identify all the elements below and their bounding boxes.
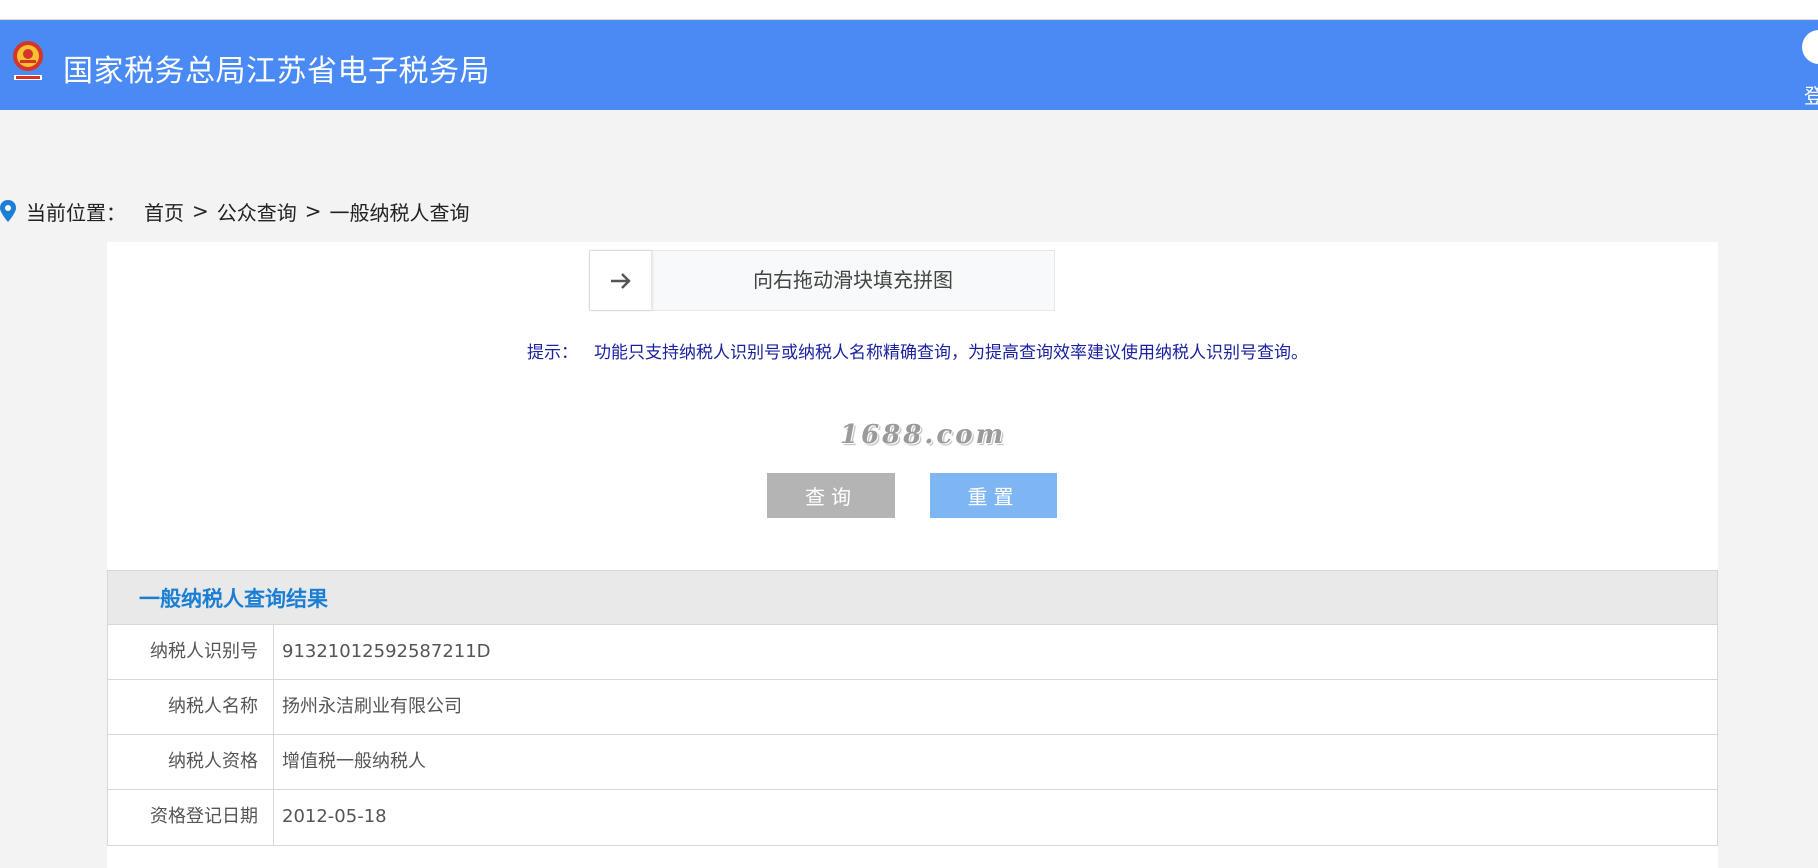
table-row: 纳税人名称 扬州永洁刷业有限公司 (108, 680, 1717, 735)
breadcrumb-home[interactable]: 首页 (144, 197, 184, 226)
table-row: 资格登记日期 2012-05-18 (108, 790, 1717, 845)
row-label: 资格登记日期 (108, 790, 274, 845)
reset-button[interactable]: 重置 (930, 473, 1057, 518)
location-pin-icon (0, 200, 16, 222)
row-value: 增值税一般纳税人 (282, 751, 426, 772)
row-label: 纳税人资格 (108, 735, 274, 789)
results-title: 一般纳税人查询结果 (108, 571, 1717, 625)
user-avatar-icon (1802, 30, 1818, 64)
tax-emblem-icon (13, 41, 43, 80)
breadcrumb-label: 当前位置： (26, 200, 126, 225)
breadcrumb-separator: > (304, 199, 322, 223)
results-table: 一般纳税人查询结果 纳税人识别号 91321012592587211D 纳税人名… (107, 570, 1718, 846)
query-button[interactable]: 查询 (767, 473, 895, 518)
hint-label: 提示： (527, 343, 578, 363)
table-row: 纳税人资格 增值税一般纳税人 (108, 735, 1717, 790)
breadcrumb-public-query[interactable]: 公众查询 (217, 197, 297, 226)
breadcrumb-separator: > (192, 199, 209, 223)
row-value: 2012-05-18 (282, 806, 387, 827)
row-value: 91321012592587211D (282, 641, 491, 662)
slider-handle[interactable] (590, 251, 652, 310)
row-label: 纳税人名称 (108, 680, 274, 734)
row-value: 扬州永洁刷业有限公司 (282, 696, 462, 717)
watermark: 1688.com (840, 420, 1007, 450)
hint-text: 提示： 功能只支持纳税人识别号或纳税人名称精确查询，为提高查询效率建议使用纳税人识… (527, 338, 1308, 363)
hint-message: 功能只支持纳税人识别号或纳税人名称精确查询，为提高查询效率建议使用纳税人识别号查… (594, 343, 1308, 363)
table-row: 纳税人识别号 91321012592587211D (108, 625, 1717, 680)
row-label: 纳税人识别号 (108, 625, 274, 679)
arrow-right-icon (610, 272, 631, 289)
slider-captcha: 向右拖动滑块填充拼图 (589, 250, 1055, 311)
bookmarks-bar (0, 0, 1818, 20)
breadcrumb-current: 一般纳税人查询 (329, 200, 470, 225)
site-header: 国家税务总局江苏省电子税务局 登 (0, 20, 1818, 110)
site-title: 国家税务总局江苏省电子税务局 (63, 54, 490, 89)
breadcrumb: 当前位置： 首页 > 公众查询 > 一般纳税人查询 (0, 196, 470, 226)
slider-instruction: 向右拖动滑块填充拼图 (753, 268, 953, 292)
login-label: 登 (1804, 84, 1818, 108)
